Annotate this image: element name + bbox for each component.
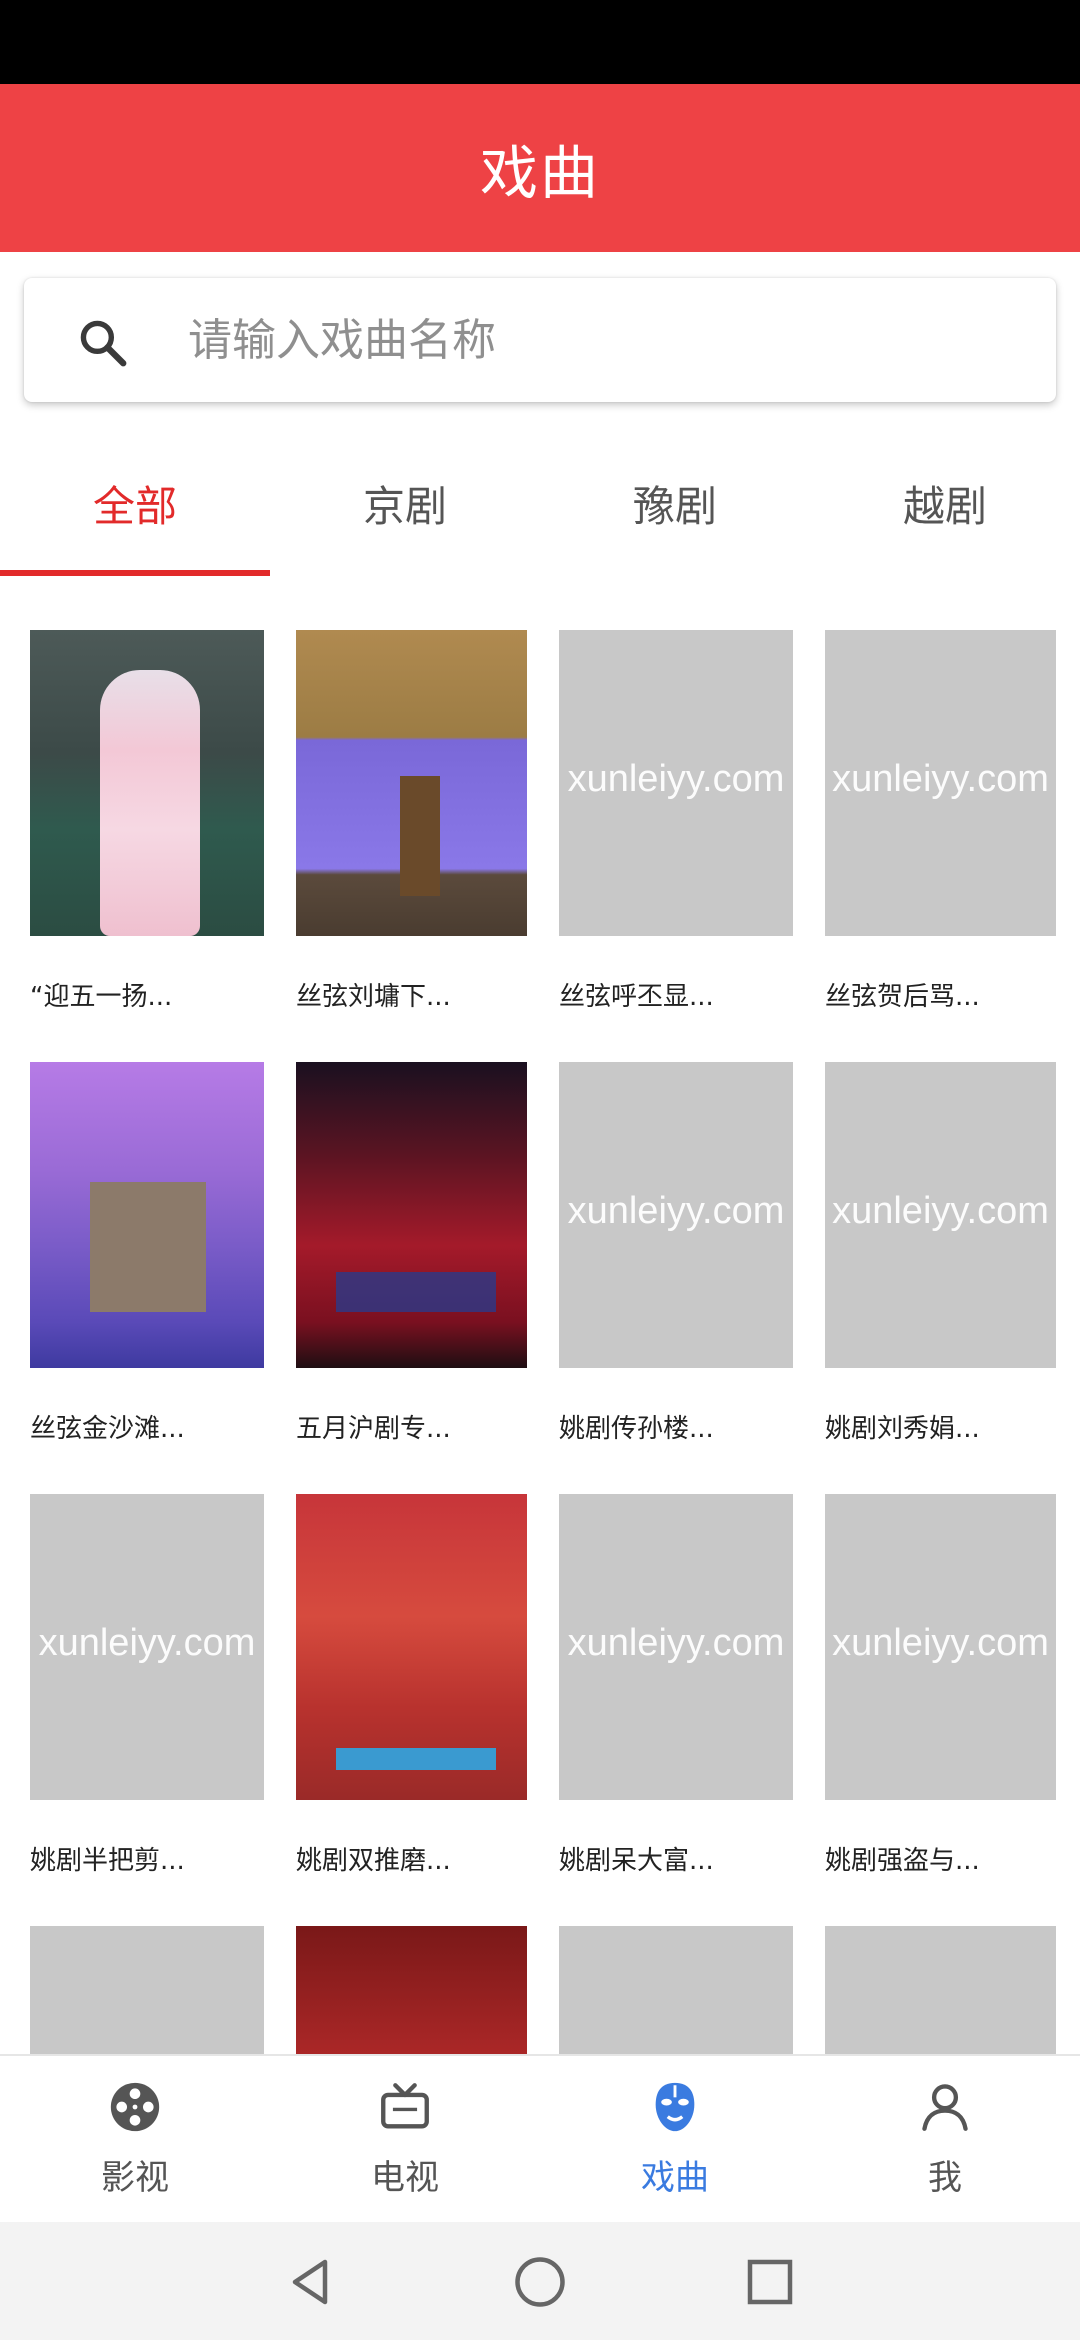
bottom-navigation: 影视 电视 戏曲 我: [0, 2054, 1080, 2222]
opera-grid[interactable]: “迎五一扬... 丝弦刘墉下... xunleiyy.com 丝弦呼丕显... …: [0, 600, 1080, 2054]
opera-card[interactable]: [559, 1926, 793, 2054]
watermark-text: xunleiyy.com: [567, 758, 785, 800]
opera-thumbnail-placeholder[interactable]: [30, 1926, 264, 2054]
opera-card[interactable]: xunleiyy.com 丝弦呼丕显...: [559, 630, 793, 1062]
nav-item-me[interactable]: 我: [810, 2056, 1080, 2222]
nav-item-opera[interactable]: 戏曲: [540, 2056, 810, 2222]
opera-card[interactable]: xunleiyy.com 丝弦贺后骂...: [825, 630, 1056, 1062]
watermark-text: xunleiyy.com: [38, 1622, 256, 1664]
nav-label: 我: [928, 2158, 962, 2198]
page-title: 戏曲: [479, 139, 600, 207]
film-reel-icon: [110, 2082, 160, 2132]
opera-thumbnail[interactable]: [296, 1494, 527, 1800]
opera-card[interactable]: [30, 1926, 264, 2054]
nav-label: 戏曲: [641, 2158, 709, 2198]
search-icon[interactable]: [76, 316, 130, 370]
opera-title: 姚剧强盗与...: [825, 1846, 980, 1876]
tab-all[interactable]: 全部: [0, 430, 270, 576]
opera-card[interactable]: xunleiyy.com 姚剧传孙楼...: [559, 1062, 793, 1494]
search-input[interactable]: [188, 300, 1008, 380]
opera-thumbnail[interactable]: [296, 630, 527, 936]
opera-card[interactable]: 姚剧双推磨...: [296, 1494, 527, 1926]
opera-thumbnail-placeholder[interactable]: xunleiyy.com: [825, 1494, 1056, 1800]
tab-label: 全部: [92, 481, 177, 531]
opera-title: 丝弦刘墉下...: [296, 982, 451, 1012]
tab-label: 豫剧: [632, 481, 717, 531]
opera-title: 姚剧双推磨...: [296, 1846, 451, 1876]
opera-card[interactable]: 丝弦刘墉下...: [296, 630, 527, 1062]
app-header: 戏曲: [0, 84, 1080, 252]
nav-item-tv[interactable]: 电视: [270, 2056, 540, 2222]
opera-title: 丝弦呼丕显...: [559, 982, 714, 1012]
tab-label: 越剧: [902, 481, 987, 531]
opera-card[interactable]: xunleiyy.com 姚剧刘秀娟...: [825, 1062, 1056, 1494]
opera-card[interactable]: 五月沪剧专...: [296, 1062, 527, 1494]
opera-thumbnail-placeholder[interactable]: xunleiyy.com: [559, 1062, 793, 1368]
opera-title: 五月沪剧专...: [296, 1414, 451, 1444]
nav-label: 影视: [101, 2158, 169, 2198]
opera-thumbnail[interactable]: [30, 630, 264, 936]
opera-card[interactable]: “迎五一扬...: [30, 630, 264, 1062]
status-bar: [0, 0, 1080, 84]
back-icon[interactable]: [280, 2252, 340, 2312]
opera-thumbnail-placeholder[interactable]: [825, 1926, 1056, 2054]
person-icon: [922, 2084, 968, 2131]
tab-henan-opera[interactable]: 豫剧: [540, 430, 810, 576]
opera-thumbnail-placeholder[interactable]: [559, 1926, 793, 2054]
watermark-text: xunleiyy.com: [567, 1622, 785, 1664]
opera-title: 姚剧刘秀娟...: [825, 1414, 980, 1444]
opera-mask-icon: [655, 2082, 695, 2132]
watermark-text: xunleiyy.com: [832, 1190, 1049, 1232]
opera-thumbnail[interactable]: [30, 1062, 264, 1368]
watermark-text: xunleiyy.com: [832, 758, 1049, 800]
opera-thumbnail-placeholder[interactable]: xunleiyy.com: [559, 1494, 793, 1800]
opera-title: 姚剧半把剪...: [30, 1846, 185, 1876]
opera-title: 姚剧呆大富...: [559, 1846, 714, 1876]
nav-item-movies[interactable]: 影视: [0, 2056, 270, 2222]
opera-thumbnail[interactable]: [296, 1062, 527, 1368]
nav-label: 电视: [371, 2158, 439, 2198]
opera-title: 丝弦贺后骂...: [825, 982, 980, 1012]
opera-card[interactable]: xunleiyy.com 姚剧强盗与...: [825, 1494, 1056, 1926]
watermark-text: xunleiyy.com: [832, 1622, 1049, 1664]
recent-apps-icon[interactable]: [740, 2252, 800, 2312]
opera-thumbnail-placeholder[interactable]: xunleiyy.com: [825, 630, 1056, 936]
tab-yue-opera[interactable]: 越剧: [810, 430, 1080, 576]
opera-thumbnail-placeholder[interactable]: xunleiyy.com: [30, 1494, 264, 1800]
opera-title: 丝弦金沙滩...: [30, 1414, 185, 1444]
opera-thumbnail[interactable]: [296, 1926, 527, 2054]
home-icon[interactable]: [510, 2252, 570, 2312]
opera-thumbnail-placeholder[interactable]: xunleiyy.com: [559, 630, 793, 936]
search-bar[interactable]: [24, 278, 1056, 402]
opera-card[interactable]: xunleiyy.com 姚剧半把剪...: [30, 1494, 264, 1926]
system-navigation-bar: [0, 2222, 1080, 2340]
tv-icon: [381, 2083, 429, 2129]
tab-peking-opera[interactable]: 京剧: [270, 430, 540, 576]
opera-title: “迎五一扬...: [30, 982, 173, 1012]
category-tabs: 全部 京剧 豫剧 越剧: [0, 430, 1080, 576]
opera-card[interactable]: [296, 1926, 527, 2054]
opera-card[interactable]: 丝弦金沙滩...: [30, 1062, 264, 1494]
opera-title: 姚剧传孙楼...: [559, 1414, 714, 1444]
opera-thumbnail-placeholder[interactable]: xunleiyy.com: [825, 1062, 1056, 1368]
opera-card[interactable]: xunleiyy.com 姚剧呆大富...: [559, 1494, 793, 1926]
tab-label: 京剧: [362, 481, 447, 531]
opera-card[interactable]: [825, 1926, 1056, 2054]
watermark-text: xunleiyy.com: [567, 1190, 785, 1232]
